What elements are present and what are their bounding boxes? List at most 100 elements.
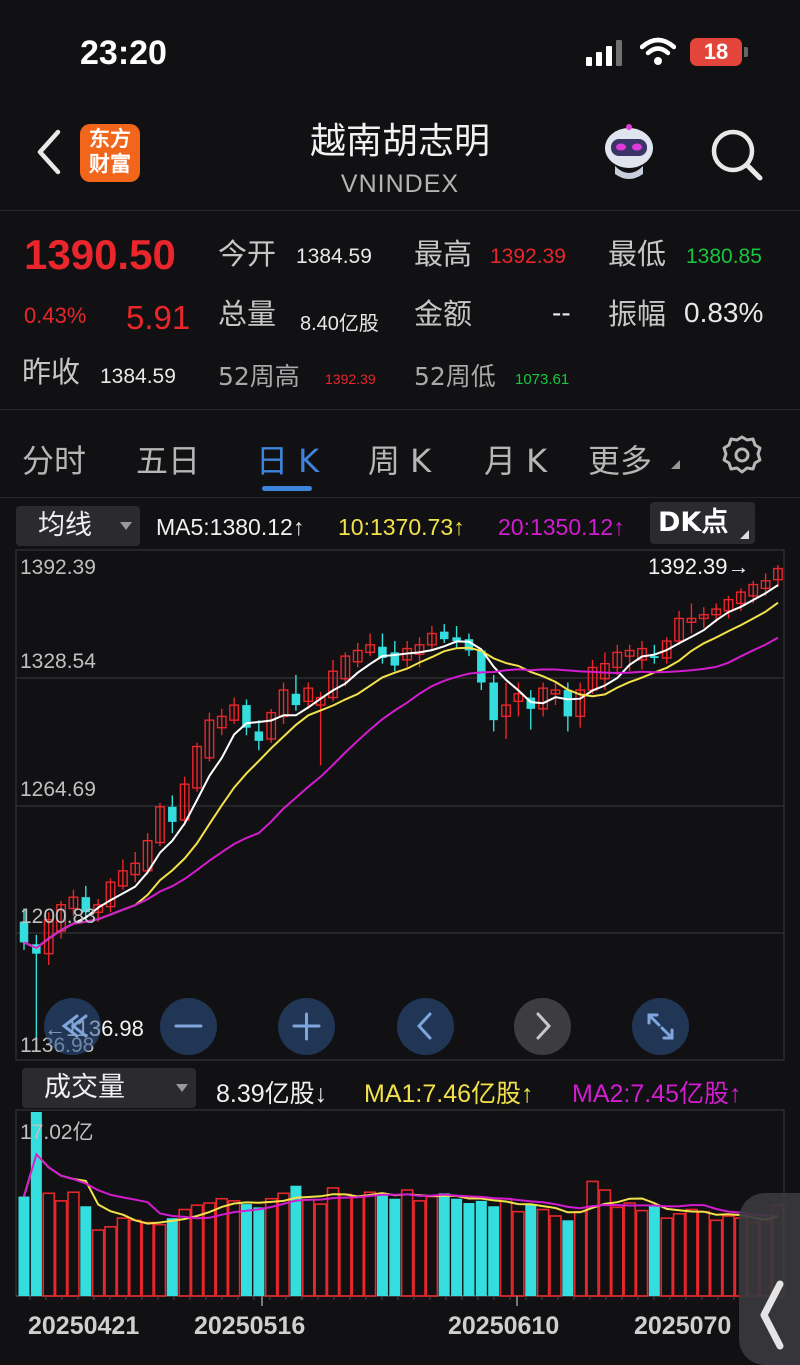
scroll-left-icon — [416, 1012, 432, 1040]
candle-body — [168, 806, 177, 822]
volume-bar — [562, 1220, 574, 1296]
candle — [464, 633, 474, 657]
candle — [365, 633, 376, 657]
volume-bar — [610, 1206, 624, 1297]
volume-bar — [116, 1217, 130, 1297]
candle — [698, 607, 709, 628]
candle-body — [650, 656, 659, 659]
candle — [674, 610, 685, 645]
price-axis-label: 1328.54 — [20, 650, 96, 673]
candle — [291, 674, 301, 711]
volume-bar — [586, 1180, 599, 1297]
volume-bar — [413, 1200, 426, 1297]
volume-bar — [253, 1207, 265, 1296]
price-axis-label: 1392.39 — [20, 556, 96, 579]
candle — [266, 708, 277, 743]
high-marker: 1392.39→ — [648, 554, 750, 579]
ma20-line — [23, 636, 779, 950]
candle — [686, 603, 697, 634]
candle — [489, 674, 498, 732]
volume-bar — [363, 1191, 377, 1297]
chevron-down-icon — [176, 1084, 188, 1092]
side-handle-icon — [760, 1280, 784, 1350]
zoom-out-button[interactable] — [160, 998, 217, 1055]
fullscreen-button[interactable] — [632, 998, 689, 1055]
volume-bar — [672, 1213, 686, 1297]
price-axis-label: 1200.83 — [20, 905, 96, 928]
candle — [773, 565, 783, 587]
volume-bar — [54, 1200, 68, 1297]
candle-body — [563, 690, 573, 717]
price-axis-label: 1264.69 — [20, 778, 96, 801]
volume-bar — [277, 1192, 290, 1297]
volume-bar — [573, 1210, 587, 1297]
candle — [117, 859, 128, 890]
volume-bar — [685, 1208, 698, 1297]
volume-bar — [18, 1196, 30, 1296]
volume-bar — [722, 1215, 735, 1297]
volume-bar — [463, 1203, 475, 1296]
rewind-button[interactable] — [44, 998, 101, 1055]
volume-bar — [326, 1187, 340, 1297]
volume-bar — [351, 1195, 365, 1297]
date-label: 20250421 — [28, 1312, 140, 1340]
volume-bar — [389, 1198, 401, 1296]
candle — [352, 642, 363, 668]
volume-bar — [512, 1210, 525, 1297]
volume-bar — [400, 1189, 414, 1297]
volume-bar — [660, 1217, 674, 1297]
volume-bar — [80, 1206, 92, 1296]
volume-bar — [301, 1198, 315, 1297]
candle — [168, 795, 177, 834]
candle — [575, 682, 586, 728]
zoom-out-icon — [174, 1024, 203, 1028]
scroll-left-button[interactable] — [397, 998, 454, 1055]
candle — [278, 682, 289, 724]
zoom-in-button[interactable] — [278, 998, 335, 1055]
price-panel-frame — [15, 549, 785, 1061]
candle — [216, 708, 227, 736]
candle — [105, 878, 116, 913]
volume-dropdown[interactable]: 成交量 — [22, 1068, 196, 1108]
candle — [242, 699, 251, 736]
volume-bar — [549, 1215, 562, 1297]
volume-bar — [141, 1221, 154, 1297]
candle — [426, 625, 437, 651]
date-ticks-group — [29, 1296, 783, 1306]
candle — [526, 690, 536, 730]
volume-bar — [227, 1200, 241, 1297]
candle — [254, 720, 264, 751]
kline-chart[interactable] — [0, 0, 800, 1365]
candle — [32, 934, 41, 1046]
candle-body — [254, 731, 264, 741]
rewind-icon — [61, 1014, 88, 1038]
volume-bar — [128, 1219, 142, 1297]
candle — [229, 697, 240, 724]
volume-max-label: 17.02亿 — [20, 1121, 94, 1144]
candle — [612, 644, 623, 675]
volume-bar — [178, 1208, 191, 1297]
volume-bar — [425, 1195, 439, 1297]
volume-ma1: MA1:7.46亿股↑ — [364, 1080, 534, 1108]
volume-bar — [339, 1193, 352, 1297]
candle-body — [439, 631, 449, 640]
ma-lines-group — [23, 584, 779, 950]
candle — [501, 682, 511, 739]
volume-bar — [475, 1200, 487, 1296]
volume-bar — [648, 1205, 660, 1296]
volume-bar — [451, 1198, 463, 1296]
volume-bar — [153, 1223, 167, 1297]
volume-bar — [67, 1191, 80, 1297]
candle — [130, 851, 141, 883]
date-label: 20250610 — [448, 1312, 560, 1340]
fullscreen-icon — [647, 1013, 674, 1040]
volume-bar — [488, 1206, 500, 1296]
volume-bar — [697, 1210, 711, 1297]
candle — [538, 682, 549, 717]
candle — [328, 659, 338, 702]
scroll-right-button[interactable] — [514, 998, 571, 1055]
volume-bars-group — [18, 1112, 785, 1297]
volume-bar — [104, 1226, 117, 1297]
volume-bar — [438, 1193, 450, 1296]
volume-bar — [525, 1204, 537, 1296]
